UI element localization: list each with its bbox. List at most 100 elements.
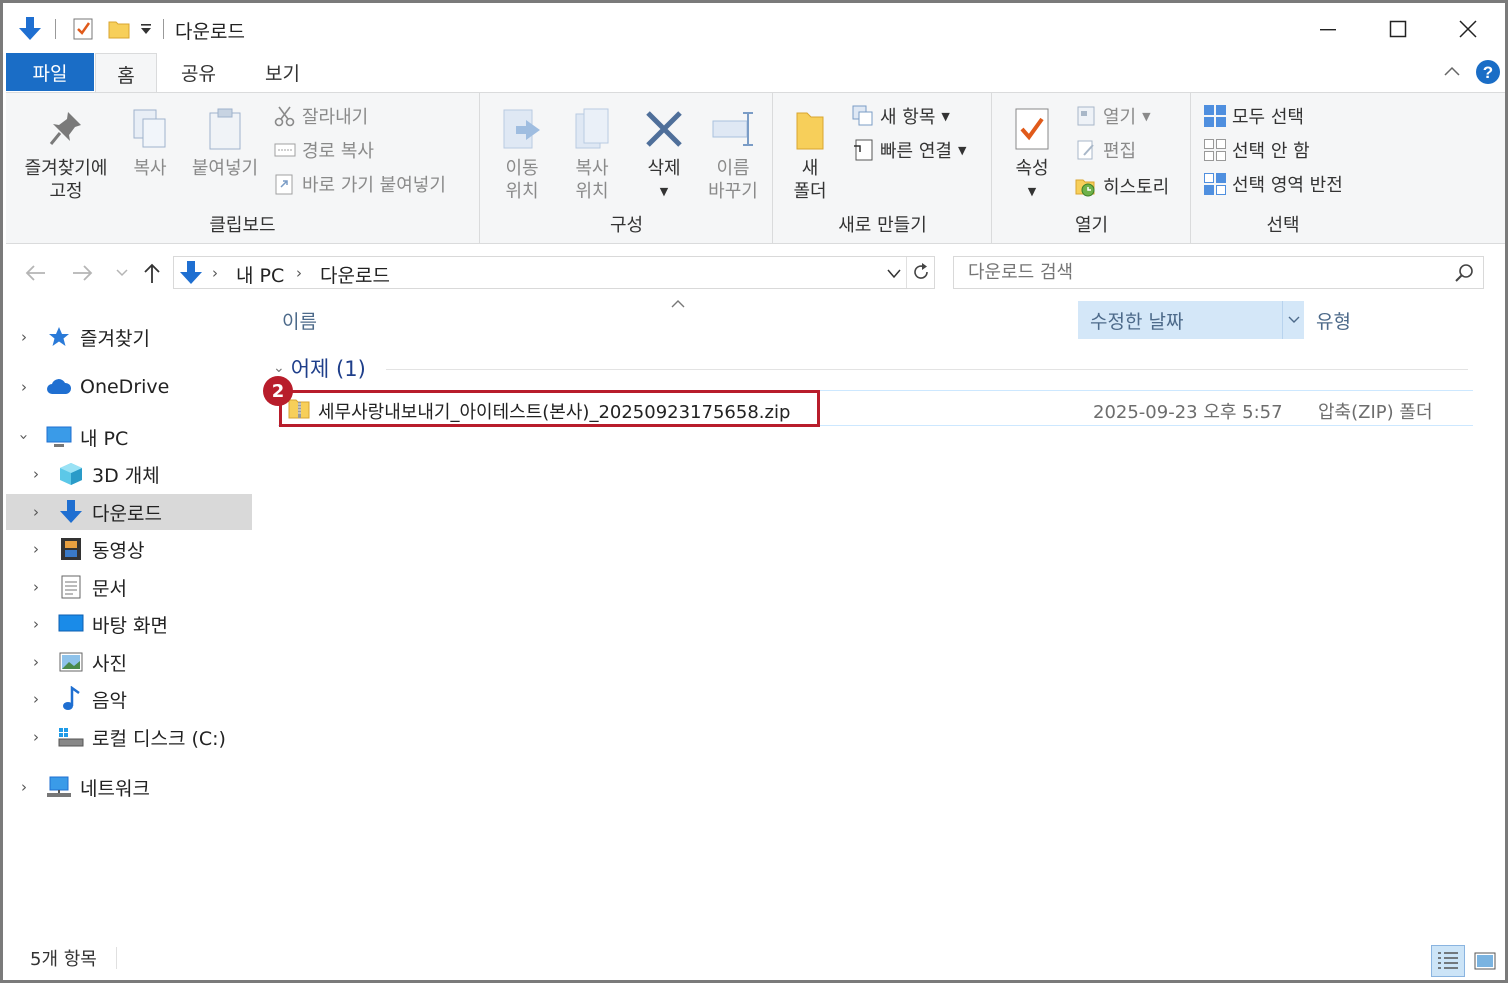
maximize-button[interactable] <box>1363 9 1433 49</box>
organize-group-label: 구성 <box>609 215 644 236</box>
invert-selection-button[interactable]: 선택 영역 반전 <box>1202 169 1343 199</box>
search-icon[interactable] <box>1454 263 1474 288</box>
address-history-chevron-icon[interactable] <box>886 265 902 285</box>
expand-chevron-icon[interactable]: › <box>28 578 44 596</box>
nav-item-onedrive[interactable]: › OneDrive <box>6 369 252 405</box>
easy-access-icon <box>850 137 876 163</box>
select-all-icon <box>1202 103 1228 129</box>
select-all-button[interactable]: 모두 선택 <box>1202 101 1304 131</box>
search-box[interactable] <box>953 256 1484 289</box>
large-icons-view-icon <box>1474 952 1496 970</box>
cube-icon <box>58 461 84 487</box>
downloads-folder-icon <box>178 259 204 292</box>
expand-chevron-icon[interactable]: › <box>28 540 44 558</box>
back-arrow-icon[interactable] <box>21 258 51 288</box>
copy-icon <box>118 101 182 157</box>
refresh-icon[interactable] <box>911 262 931 287</box>
up-arrow-icon[interactable] <box>137 258 167 288</box>
collapse-chevron-icon[interactable]: › <box>15 429 33 445</box>
paste-shortcut-button[interactable]: 바로 가기 붙여넣기 <box>272 169 446 199</box>
tab-file[interactable]: 파일 <box>6 53 94 91</box>
nav-item-3d-objects[interactable]: › 3D 개체 <box>6 456 252 492</box>
new-item-button[interactable]: 새 항목 ▼ <box>850 101 950 131</box>
customize-qa-icon[interactable] <box>139 15 153 43</box>
breadcrumb-this-pc[interactable]: 내 PC <box>236 261 284 288</box>
expand-chevron-icon[interactable]: › <box>28 465 44 483</box>
paste-button[interactable]: 붙여넣기 <box>182 101 268 180</box>
history-icon <box>1073 173 1099 199</box>
forward-arrow-icon[interactable] <box>67 258 97 288</box>
properties-check-icon <box>1001 101 1063 157</box>
column-filter-chevron-icon[interactable] <box>1282 301 1304 339</box>
picture-icon <box>58 649 84 675</box>
easy-access-button[interactable]: 빠른 연결 ▼ <box>850 135 966 165</box>
nav-item-desktop[interactable]: › 바탕 화면 <box>6 606 252 642</box>
navigation-pane: › 즐겨찾기 › OneDrive › 내 PC › 3D 개체 › 다운로드 … <box>6 299 256 939</box>
nav-item-pictures[interactable]: › 사진 <box>6 644 252 680</box>
recent-locations-chevron-icon[interactable] <box>107 258 137 288</box>
select-none-button[interactable]: 선택 안 함 <box>1202 135 1310 165</box>
move-to-button[interactable]: 이동 위치 <box>489 101 555 203</box>
tab-home[interactable]: 홈 <box>95 53 157 94</box>
open-group-label: 열기 <box>1074 215 1109 236</box>
history-button[interactable]: 히스토리 <box>1073 171 1169 201</box>
copy-to-button[interactable]: 복사 위치 <box>559 101 625 203</box>
properties-button[interactable]: 속성 ▼ <box>1001 101 1063 203</box>
new-folder-qa-button[interactable] <box>107 15 131 43</box>
expand-chevron-icon[interactable]: › <box>28 503 44 521</box>
nav-item-downloads[interactable]: › 다운로드 <box>6 494 252 530</box>
search-input[interactable] <box>954 257 1483 288</box>
scissors-icon <box>272 103 298 129</box>
delete-x-icon <box>633 101 695 157</box>
open-button[interactable]: 열기 ▼ <box>1073 101 1151 131</box>
folder-icon <box>782 101 838 157</box>
help-icon[interactable]: ? <box>1475 59 1501 90</box>
group-collapse-chevron-icon[interactable]: ⌄ <box>273 360 285 376</box>
nav-item-network[interactable]: › 네트워크 <box>6 769 252 805</box>
pin-icon <box>14 101 118 157</box>
expand-chevron-icon[interactable]: › <box>28 728 44 746</box>
details-view-icon <box>1438 952 1458 969</box>
column-header-date[interactable]: 수정한 날짜 <box>1078 301 1304 339</box>
pin-to-quick-access-button[interactable]: 즐겨찾기에 고정 <box>14 101 118 203</box>
edit-button[interactable]: 편집 <box>1073 135 1136 165</box>
title-bar: 다운로드 <box>3 3 1505 53</box>
desktop-icon <box>58 611 84 637</box>
open-icon <box>1073 103 1099 129</box>
nav-item-favorites[interactable]: › 즐겨찾기 <box>6 319 252 355</box>
tab-share[interactable]: 공유 <box>159 53 238 91</box>
expand-chevron-icon[interactable]: › <box>28 615 44 633</box>
move-to-icon <box>489 101 555 157</box>
nav-item-music[interactable]: › 음악 <box>6 681 252 717</box>
new-item-icon <box>850 103 876 129</box>
delete-button[interactable]: 삭제 ▼ <box>633 101 695 203</box>
breadcrumb-separator-icon: › <box>212 264 218 282</box>
navigation-bar: › 내 PC › 다운로드 <box>3 248 1505 296</box>
expand-chevron-icon[interactable]: › <box>16 778 32 796</box>
minimize-button[interactable] <box>1293 9 1363 49</box>
column-header-name[interactable]: 이름 <box>282 301 317 339</box>
film-icon <box>58 536 84 562</box>
expand-chevron-icon[interactable]: › <box>16 328 32 346</box>
breadcrumb-downloads[interactable]: 다운로드 <box>320 261 390 288</box>
close-button[interactable] <box>1433 9 1503 49</box>
collapse-ribbon-icon[interactable] <box>1443 63 1461 83</box>
rename-button[interactable]: 이름 바꾸기 <box>697 101 769 203</box>
details-view-button[interactable] <box>1431 945 1465 977</box>
nav-item-this-pc[interactable]: › 내 PC <box>6 419 252 455</box>
copy-button[interactable]: 복사 <box>118 101 182 180</box>
tab-view[interactable]: 보기 <box>243 53 322 91</box>
expand-chevron-icon[interactable]: › <box>28 690 44 708</box>
column-header-type[interactable]: 유형 <box>1316 301 1351 339</box>
nav-item-local-disk[interactable]: › 로컬 디스크 (C:) <box>6 719 252 755</box>
cut-button[interactable]: 잘라내기 <box>272 101 368 131</box>
copy-path-button[interactable]: 경로 복사 <box>272 135 374 165</box>
nav-item-documents[interactable]: › 문서 <box>6 569 252 605</box>
address-bar[interactable]: › 내 PC › 다운로드 <box>173 256 935 289</box>
properties-qa-button[interactable] <box>73 15 95 43</box>
nav-item-videos[interactable]: › 동영상 <box>6 531 252 567</box>
expand-chevron-icon[interactable]: › <box>28 653 44 671</box>
expand-chevron-icon[interactable]: › <box>16 378 32 396</box>
new-folder-button[interactable]: 새 폴더 <box>782 101 838 203</box>
large-icons-view-button[interactable] <box>1468 945 1502 977</box>
